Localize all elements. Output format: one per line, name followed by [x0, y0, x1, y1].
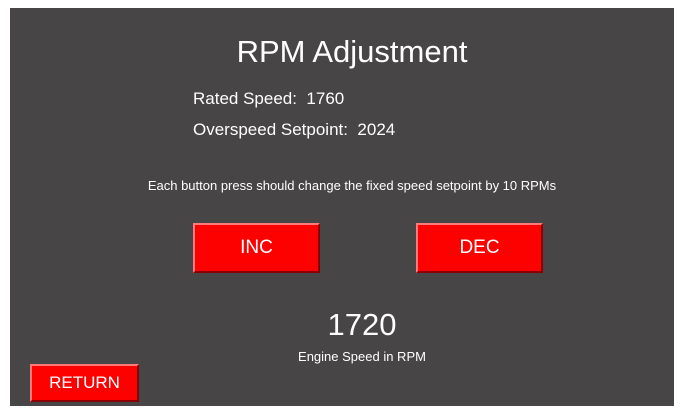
engine-speed-value: 1720 [327, 307, 397, 342]
instruction-text: Each button press should change the fixe… [147, 178, 557, 193]
return-button[interactable]: RETURN [30, 364, 139, 402]
rated-speed-text: Rated Speed: 1760 [193, 89, 345, 108]
overspeed-setpoint-text: Overspeed Setpoint: 2024 [193, 120, 396, 139]
hmi-panel: RPM Adjustment Rated Speed: 1760 Overspe… [10, 8, 674, 406]
inc-button[interactable]: INC [193, 223, 320, 273]
engine-speed-label: Engine Speed in RPM [298, 349, 426, 364]
page-title: RPM Adjustment [236, 34, 468, 69]
dec-button[interactable]: DEC [416, 223, 543, 273]
